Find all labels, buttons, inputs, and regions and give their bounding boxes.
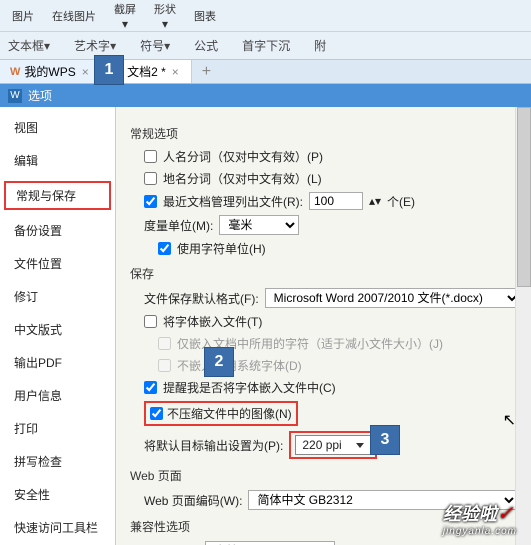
sidebar-item-revision[interactable]: 修订 [4,284,111,309]
scroll-thumb[interactable] [517,107,531,287]
tab-mywps[interactable]: W 我的WPS × [0,60,102,83]
sidebar-item-backup[interactable]: 备份设置 [4,218,111,243]
options-sidebar: 视图 编辑 常规与保存 备份设置 文件位置 修订 中文版式 输出PDF 用户信息… [0,107,116,545]
highlight-no-compress: 不压缩文件中的图像(N) [144,401,298,426]
callout-1: 1 [94,55,124,85]
watermark-url: jingyanla.com [443,526,517,537]
tb-online-pic[interactable]: 在线图片 [44,8,104,24]
tb-picture[interactable]: 图片 [4,8,42,24]
sidebar-item-print[interactable]: 打印 [4,416,111,441]
sidebar-item-chinese-layout[interactable]: 中文版式 [4,317,111,342]
tab-label: 文档2 * [127,63,166,80]
close-icon[interactable]: × [170,65,181,79]
select-ppi[interactable]: 220 ppi [295,435,370,455]
chk-no-compress-img[interactable] [150,407,163,420]
lbl-name-split: 人名分词（仅对中文有效）(P) [163,148,323,165]
dialog-title: 选项 [28,87,52,104]
ppi-value: 220 ppi [302,438,341,452]
select-apply-to[interactable]: 文档2 [205,541,335,545]
section-save: 保存 [130,265,521,282]
tb-chart[interactable]: 图表 [186,8,224,24]
chk-remind-embed[interactable] [144,381,157,394]
chk-embed-fonts[interactable] [144,315,157,328]
lbl-default-target: 将默认目标输出设置为(P): [144,437,283,454]
wps-logo-icon: W [10,66,20,78]
tb-textbox[interactable]: 文本框▾ [8,37,50,54]
section-web: Web 页面 [130,467,521,484]
lbl-no-compress-img: 不压缩文件中的图像(N) [167,405,292,422]
document-tabbar: W 我的WPS × ▦ 文档2 * × + [0,60,531,84]
input-recent-count[interactable] [309,192,363,210]
lbl-char-unit: 使用字符单位(H) [177,240,266,257]
mouse-cursor-icon: ↖ [503,410,516,430]
sidebar-item-filelocation[interactable]: 文件位置 [4,251,111,276]
tb-wordart[interactable]: 艺术字▾ [74,37,116,54]
watermark-text: 经验啦 [443,504,497,524]
sidebar-item-qat[interactable]: 快速访问工具栏 [4,515,111,540]
section-general: 常规选项 [130,125,521,142]
tb-dropcap[interactable]: 首字下沉 [242,37,290,54]
chk-name-split[interactable] [144,150,157,163]
sidebar-item-security[interactable]: 安全性 [4,482,111,507]
select-default-format[interactable]: Microsoft Word 2007/2010 文件(*.docx) [265,288,521,308]
spin-buttons[interactable]: ▴▾ [369,194,381,208]
lbl-default-format: 文件保存默认格式(F): [144,290,259,307]
sidebar-item-edit[interactable]: 编辑 [4,148,111,173]
word-icon: W [8,89,22,103]
lbl-web-encode: Web 页面编码(W): [144,492,242,509]
tb-attach[interactable]: 附 [314,37,326,54]
tab-add-button[interactable]: + [192,60,221,84]
lbl-recent-unit: 个(E) [387,193,415,210]
chk-char-unit[interactable] [158,242,171,255]
ribbon-sub: 文本框▾ 艺术字▾ 符号▾ 公式 首字下沉 附 [0,32,531,60]
lbl-embed-fonts: 将字体嵌入文件(T) [163,313,262,330]
lbl-no-embed-sys: 不嵌入常用系统字体(D) [177,357,302,374]
chk-no-embed-sys [158,359,171,372]
lbl-place-split: 地名分词（仅对中文有效）(L) [163,170,322,187]
content-scrollbar[interactable] [515,107,531,545]
options-titlebar: W 选项 [0,84,531,107]
chk-place-split[interactable] [144,172,157,185]
sidebar-item-view[interactable]: 视图 [4,115,111,140]
sidebar-item-userinfo[interactable]: 用户信息 [4,383,111,408]
tab-label: 我的WPS [24,63,75,80]
options-content: 常规选项 人名分词（仅对中文有效）(P) 地名分词（仅对中文有效）(L) 最近文… [116,107,531,545]
chevron-down-icon [356,443,364,448]
callout-2: 2 [204,347,234,377]
tb-symbol[interactable]: 符号▾ [140,37,170,54]
highlight-ppi: 220 ppi [289,431,376,459]
tb-formula[interactable]: 公式 [194,37,218,54]
chk-recent-docs[interactable] [144,195,157,208]
callout-3: 3 [370,425,400,455]
tb-shape[interactable]: 形状▾ [146,1,184,31]
close-icon[interactable]: × [80,65,91,79]
check-icon: ✓ [497,503,514,525]
ribbon-toolbar: 图片 在线图片 截屏▾ 形状▾ 图表 [0,0,531,32]
watermark: 经验啦✓ jingyanla.com [443,500,517,537]
lbl-remind-embed: 提醒我是否将字体嵌入文件中(C) [163,379,336,396]
lbl-measure: 度量单位(M): [144,217,213,234]
tb-screenshot[interactable]: 截屏▾ [106,1,144,31]
options-body: 视图 编辑 常规与保存 备份设置 文件位置 修订 中文版式 输出PDF 用户信息… [0,107,531,545]
lbl-recent-docs: 最近文档管理列出文件(R): [163,193,303,210]
sidebar-item-output-pdf[interactable]: 输出PDF [4,350,111,375]
sidebar-item-spellcheck[interactable]: 拼写检查 [4,449,111,474]
chk-embed-used [158,337,171,350]
sidebar-item-general-save[interactable]: 常规与保存 [4,181,111,210]
select-measure-unit[interactable]: 毫米 [219,215,299,235]
